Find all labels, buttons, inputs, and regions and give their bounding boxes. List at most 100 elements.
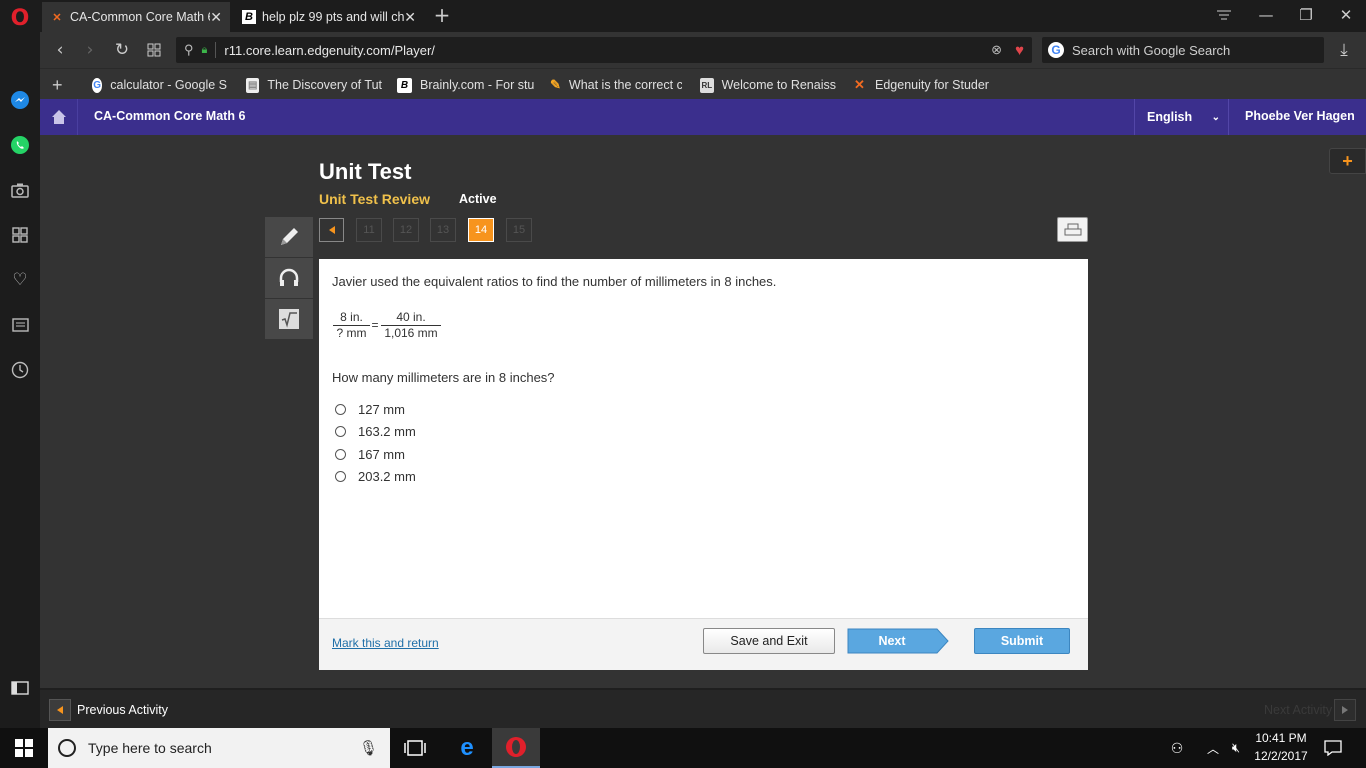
save-and-exit-button[interactable]: Save and Exit [703, 628, 835, 654]
people-icon[interactable]: ⚇ [1166, 738, 1188, 758]
home-button[interactable] [40, 99, 78, 135]
lock-icon: 🔒︎ [201, 43, 208, 56]
start-button[interactable] [0, 728, 48, 768]
sidebar-toggle-icon[interactable] [8, 676, 32, 700]
previous-activity-button[interactable] [49, 699, 71, 721]
divider [1228, 99, 1229, 135]
document-icon: ▤ [246, 77, 260, 93]
pencil-tool-button[interactable] [265, 217, 313, 257]
answer-choice[interactable]: 163.2 mm [335, 424, 416, 439]
bookmark-label: calculator - Google S [110, 78, 227, 92]
tab-menu-icon[interactable] [1210, 4, 1238, 26]
question-number-button[interactable]: 11 [356, 218, 382, 242]
equals-sign: = [371, 318, 379, 332]
arrow-left-icon [328, 226, 335, 234]
question-prompt: Javier used the equivalent ratios to fin… [332, 274, 777, 289]
printer-icon [1064, 223, 1081, 235]
user-name[interactable]: Phoebe Ver Hagen [1245, 109, 1355, 123]
radio-button[interactable] [335, 449, 346, 460]
submit-button[interactable]: Submit [974, 628, 1070, 654]
search-bar[interactable]: G Search with Google Search [1042, 37, 1324, 63]
language-select[interactable]: English ⌄ [1136, 99, 1228, 135]
fraction-denominator: 1,016 mm [384, 326, 438, 340]
messenger-icon[interactable] [8, 88, 32, 112]
minimize-icon[interactable]: — [1252, 4, 1280, 26]
clock-date[interactable]: 12/2/2017 [1252, 749, 1310, 763]
url-bar[interactable]: ⚲ 🔒︎ r11.core.learn.edgenuity.com/Player… [176, 37, 1032, 63]
current-question-button[interactable]: 14 [468, 218, 494, 242]
tabs-grid-icon[interactable] [142, 38, 166, 62]
question-number-button[interactable]: 13 [430, 218, 456, 242]
question-number-button[interactable]: 12 [393, 218, 419, 242]
taskbar-search-box[interactable]: Type here to search 🎙︎ [48, 728, 390, 768]
close-tab-icon[interactable]: ✕ [404, 9, 416, 26]
audio-tool-button[interactable] [265, 258, 313, 298]
opera-taskbar-button[interactable] [492, 728, 540, 768]
bookmark-label: The Discovery of Tut [267, 78, 382, 92]
bookmark-item[interactable]: ✕ Edgenuity for Studer [852, 75, 992, 95]
close-tab-icon[interactable]: ✕ [210, 9, 222, 26]
opera-logo-icon[interactable]: O [8, 6, 32, 31]
url-text[interactable]: r11.core.learn.edgenuity.com/Player/ [224, 43, 435, 58]
new-tab-icon[interactable]: + [428, 3, 456, 27]
restore-icon[interactable]: ❐ [1292, 4, 1320, 26]
tab-edgenuity[interactable]: ✕ CA-Common Core Math 6 ✕ [42, 2, 230, 32]
answer-choice[interactable]: 167 mm [335, 447, 405, 462]
radio-button[interactable] [335, 426, 346, 437]
volume-muted-icon[interactable]: 🔇︎ [1226, 738, 1246, 758]
bookmark-item[interactable]: B Brainly.com - For stu [397, 75, 535, 95]
pencil-icon [281, 228, 298, 245]
question-panel: Javier used the equivalent ratios to fin… [319, 259, 1088, 670]
bookmarks-bar: + G calculator - Google S ▤ The Discover… [40, 68, 1366, 99]
radio-button[interactable] [335, 471, 346, 482]
camera-icon[interactable] [8, 178, 32, 202]
arrow-right-icon [1342, 706, 1348, 714]
whatsapp-icon[interactable] [8, 133, 32, 157]
speed-dial-icon[interactable] [8, 223, 32, 247]
bookmark-item[interactable]: ✎ What is the correct c [550, 75, 682, 95]
news-icon[interactable] [8, 313, 32, 337]
heart-bookmark-icon[interactable]: ♥ [1015, 42, 1024, 59]
divider [1134, 99, 1135, 135]
taskbar-search-placeholder: Type here to search [88, 740, 212, 756]
chevron-up-icon[interactable]: ︿ [1204, 738, 1222, 758]
reload-icon[interactable]: ↻ [110, 38, 134, 62]
bookmark-item[interactable]: RL Welcome to Renaiss [700, 75, 836, 95]
heart-icon[interactable]: ♡ [8, 268, 32, 292]
edge-browser-icon[interactable]: e [450, 734, 484, 762]
bookmark-label: Edgenuity for Studer [875, 78, 989, 92]
forward-icon[interactable]: › [78, 38, 102, 62]
task-view-icon[interactable] [400, 738, 430, 758]
math-tool-button[interactable] [265, 299, 313, 339]
radio-button[interactable] [335, 404, 346, 415]
add-bookmark-icon[interactable]: + [52, 75, 63, 95]
status-badge: Active [459, 192, 497, 206]
bookmark-item[interactable]: G calculator - Google S [92, 75, 227, 95]
answer-choice[interactable]: 203.2 mm [335, 469, 416, 484]
choice-label: 127 mm [358, 402, 405, 417]
action-center-icon[interactable] [1322, 738, 1344, 758]
history-clock-icon[interactable] [8, 358, 32, 382]
next-button[interactable]: Next [847, 628, 949, 654]
fraction-denominator: ? mm [336, 326, 367, 340]
clock-time[interactable]: 10:41 PM [1252, 731, 1310, 745]
close-window-icon[interactable]: ✕ [1332, 4, 1360, 26]
question-footer: Mark this and return Save and Exit Next … [319, 618, 1088, 670]
answer-choice[interactable]: 127 mm [335, 402, 405, 417]
chevron-down-icon: ⌄ [1211, 111, 1220, 123]
microphone-icon[interactable]: 🎙︎ [359, 739, 378, 757]
adblock-icon[interactable]: ⊗ [991, 42, 1002, 58]
bookmark-item[interactable]: ▤ The Discovery of Tut [246, 75, 382, 95]
print-button[interactable] [1057, 217, 1088, 242]
arrow-left-icon [57, 706, 63, 714]
tab-brainly[interactable]: B help plz 99 pts and will ch ✕ [234, 2, 424, 32]
previous-activity-label[interactable]: Previous Activity [77, 703, 168, 717]
mark-and-return-link[interactable]: Mark this and return [332, 636, 439, 650]
download-icon[interactable]: ⤓ [1332, 38, 1356, 62]
expand-plus-icon[interactable]: + [1329, 148, 1366, 174]
question-number-button[interactable]: 15 [506, 218, 532, 242]
edgenuity-x-icon: ✕ [52, 11, 62, 24]
choice-label: 163.2 mm [358, 424, 416, 439]
back-icon[interactable]: ‹ [48, 38, 72, 62]
previous-question-button[interactable] [319, 218, 344, 242]
